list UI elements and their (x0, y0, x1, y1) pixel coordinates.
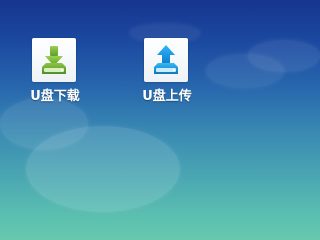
usb-upload-app[interactable]: U盘上传 (122, 34, 212, 114)
background-bubble (248, 40, 320, 72)
usb-upload-icon[interactable] (144, 38, 188, 82)
usb-upload-label: U盘上传 (142, 89, 192, 104)
usb-download-label: U盘下载 (30, 89, 80, 104)
background-bubble (26, 126, 180, 212)
usb-download-app[interactable]: U盘下载 (10, 34, 100, 114)
usb-download-icon[interactable] (32, 38, 76, 82)
home-screen: U盘下载 U盘上传 (0, 0, 320, 240)
